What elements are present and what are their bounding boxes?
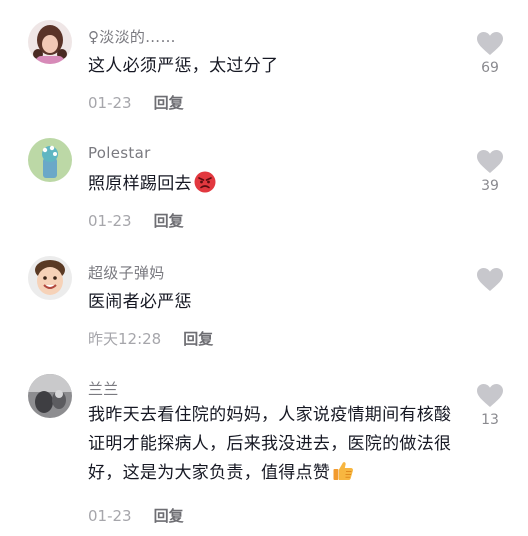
like-button[interactable]: 39 (472, 150, 508, 194)
avatar[interactable] (28, 256, 72, 300)
comment-username[interactable]: 超级子弹妈 (88, 262, 165, 283)
reply-button[interactable]: 回复 (154, 94, 184, 112)
reply-button[interactable]: 回复 (183, 330, 213, 348)
like-button[interactable] (472, 268, 508, 296)
reply-button[interactable]: 回复 (154, 212, 184, 230)
comment-username[interactable]: ♀淡淡的…… (88, 26, 176, 47)
comment-text: 这人必须严惩，太过分了 (88, 56, 279, 76)
thumbs-up-emoji (333, 462, 354, 480)
reply-button[interactable]: 回复 (154, 507, 184, 525)
like-button[interactable]: 69 (472, 32, 508, 76)
comment-time: 01-23 (88, 212, 132, 230)
comment-meta: 昨天12:28 回复 (88, 328, 213, 349)
like-count: 39 (481, 178, 499, 194)
heart-icon (477, 384, 503, 407)
avatar[interactable] (28, 374, 72, 418)
comment-text: 医闹者必严惩 (88, 292, 192, 312)
like-button[interactable]: 13 (472, 384, 508, 428)
comment-text: 我昨天去看住院的妈妈，人家说疫情期间有核酸证明才能探病人，后来我没进去，医院的做… (88, 401, 460, 488)
avatar[interactable] (28, 138, 72, 182)
avatar[interactable] (28, 20, 72, 64)
comment-username[interactable]: 兰兰 (88, 378, 119, 399)
angry-face-emoji (194, 171, 216, 193)
like-count: 13 (481, 412, 499, 428)
heart-icon (477, 32, 503, 55)
comment-text-content: 照原样踢回去 (88, 174, 192, 194)
like-count: 69 (481, 60, 499, 76)
heart-icon (477, 268, 503, 291)
comment-list: ♀淡淡的…… 这人必须严惩，太过分了 01-23 回复 69 Polestar (0, 0, 528, 536)
comment-time: 昨天12:28 (88, 330, 162, 348)
comment-meta: 01-23 回复 (88, 92, 184, 113)
comment-text: 照原样踢回去 (88, 170, 460, 199)
comment-time: 01-23 (88, 94, 132, 112)
comment-meta: 01-23 回复 (88, 210, 184, 231)
comment-username[interactable]: Polestar (88, 144, 151, 162)
comment-time: 01-23 (88, 507, 132, 525)
comment-meta: 01-23 回复 (88, 505, 184, 526)
comment-text-content: 我昨天去看住院的妈妈，人家说疫情期间有核酸证明才能探病人，后来我没进去，医院的做… (88, 405, 452, 483)
heart-icon (477, 150, 503, 173)
